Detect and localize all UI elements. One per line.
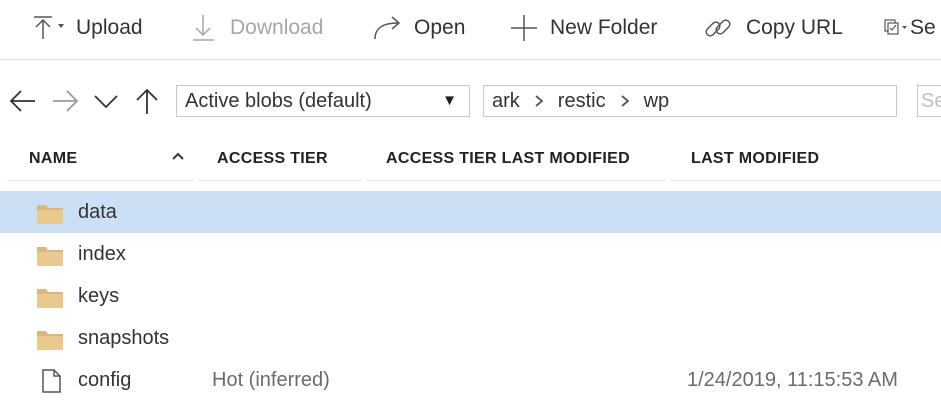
table-row[interactable]: index (0, 233, 941, 275)
dropdown-caret-icon: ▼ (442, 92, 457, 109)
upload-button[interactable]: Upload (32, 6, 143, 50)
table-row[interactable]: keys (0, 275, 941, 317)
copy-url-button[interactable]: Copy URL (702, 6, 843, 50)
select-all-icon (882, 17, 910, 39)
up-arrow-icon (136, 88, 158, 114)
column-access-tier-last-modified[interactable]: ACCESS TIER LAST MODIFIED (386, 140, 630, 178)
row-name: config (78, 369, 132, 391)
breadcrumb-item[interactable]: restic (558, 86, 606, 116)
column-divider (366, 180, 666, 181)
folder-icon (37, 205, 63, 224)
row-name: index (78, 243, 126, 265)
download-icon (190, 12, 222, 44)
new-folder-button[interactable]: New Folder (508, 6, 657, 50)
column-divider (8, 180, 194, 181)
chevron-down-icon (94, 95, 118, 109)
open-button[interactable]: Open (372, 6, 465, 50)
row-name: data (78, 201, 117, 223)
search-input[interactable]: Se (917, 85, 941, 117)
row-name: keys (78, 285, 120, 307)
open-label: Open (414, 16, 466, 39)
upload-label: Upload (76, 16, 143, 39)
folder-icon (37, 331, 63, 350)
forward-arrow-icon (53, 90, 79, 112)
column-last-modified[interactable]: LAST MODIFIED (691, 140, 819, 178)
column-access-tier[interactable]: ACCESS TIER (217, 140, 328, 178)
table-row[interactable]: snapshots (0, 317, 941, 359)
blob-filter-dropdown[interactable]: Active blobs (default) ▼ (176, 85, 470, 117)
link-icon (702, 12, 738, 44)
file-icon (42, 369, 61, 393)
row-last-modified: 1/24/2019, 11:15:53 AM (687, 369, 898, 391)
row-access-tier: Hot (inferred) (212, 369, 330, 391)
navigation-bar: Active blobs (default) ▼ ark restic wp S… (0, 80, 941, 124)
toolbar-divider (0, 59, 941, 60)
search-placeholder: Se (921, 90, 941, 112)
select-button[interactable]: Se (882, 6, 936, 50)
chevron-right-icon (620, 94, 630, 108)
upload-icon (32, 13, 70, 43)
column-divider (198, 180, 362, 181)
row-name: snapshots (78, 327, 170, 349)
back-button[interactable] (8, 86, 38, 116)
download-label: Download (230, 16, 324, 39)
forward-button[interactable] (50, 86, 80, 116)
plus-icon (508, 12, 542, 44)
new-folder-label: New Folder (550, 16, 658, 39)
table-row[interactable]: config Hot (inferred) 1/24/2019, 11:15:5… (0, 359, 941, 401)
breadcrumb-item[interactable]: wp (644, 86, 670, 116)
up-button[interactable] (132, 86, 162, 116)
folder-icon (37, 247, 63, 266)
toolbar: Upload Download Open New Folder Copy URL… (0, 0, 941, 56)
breadcrumb-item[interactable]: ark (492, 86, 520, 116)
file-list: data index keys snapshots config Hot (in… (0, 191, 941, 401)
folder-icon (37, 289, 63, 308)
chevron-right-icon (534, 94, 544, 108)
sort-ascending-icon (172, 152, 184, 160)
open-arrow-icon (372, 13, 408, 43)
select-label: Se (910, 16, 936, 39)
blob-filter-value: Active blobs (default) (185, 90, 372, 112)
column-divider (670, 180, 941, 181)
download-button[interactable]: Download (190, 6, 323, 50)
column-header: NAME ACCESS TIER ACCESS TIER LAST MODIFI… (0, 140, 941, 181)
column-name[interactable]: NAME (29, 140, 77, 178)
copy-url-label: Copy URL (746, 16, 843, 39)
breadcrumb[interactable]: ark restic wp (483, 85, 897, 117)
back-arrow-icon (9, 90, 35, 112)
recent-locations-button[interactable] (91, 86, 121, 116)
table-row[interactable]: data (0, 191, 941, 233)
